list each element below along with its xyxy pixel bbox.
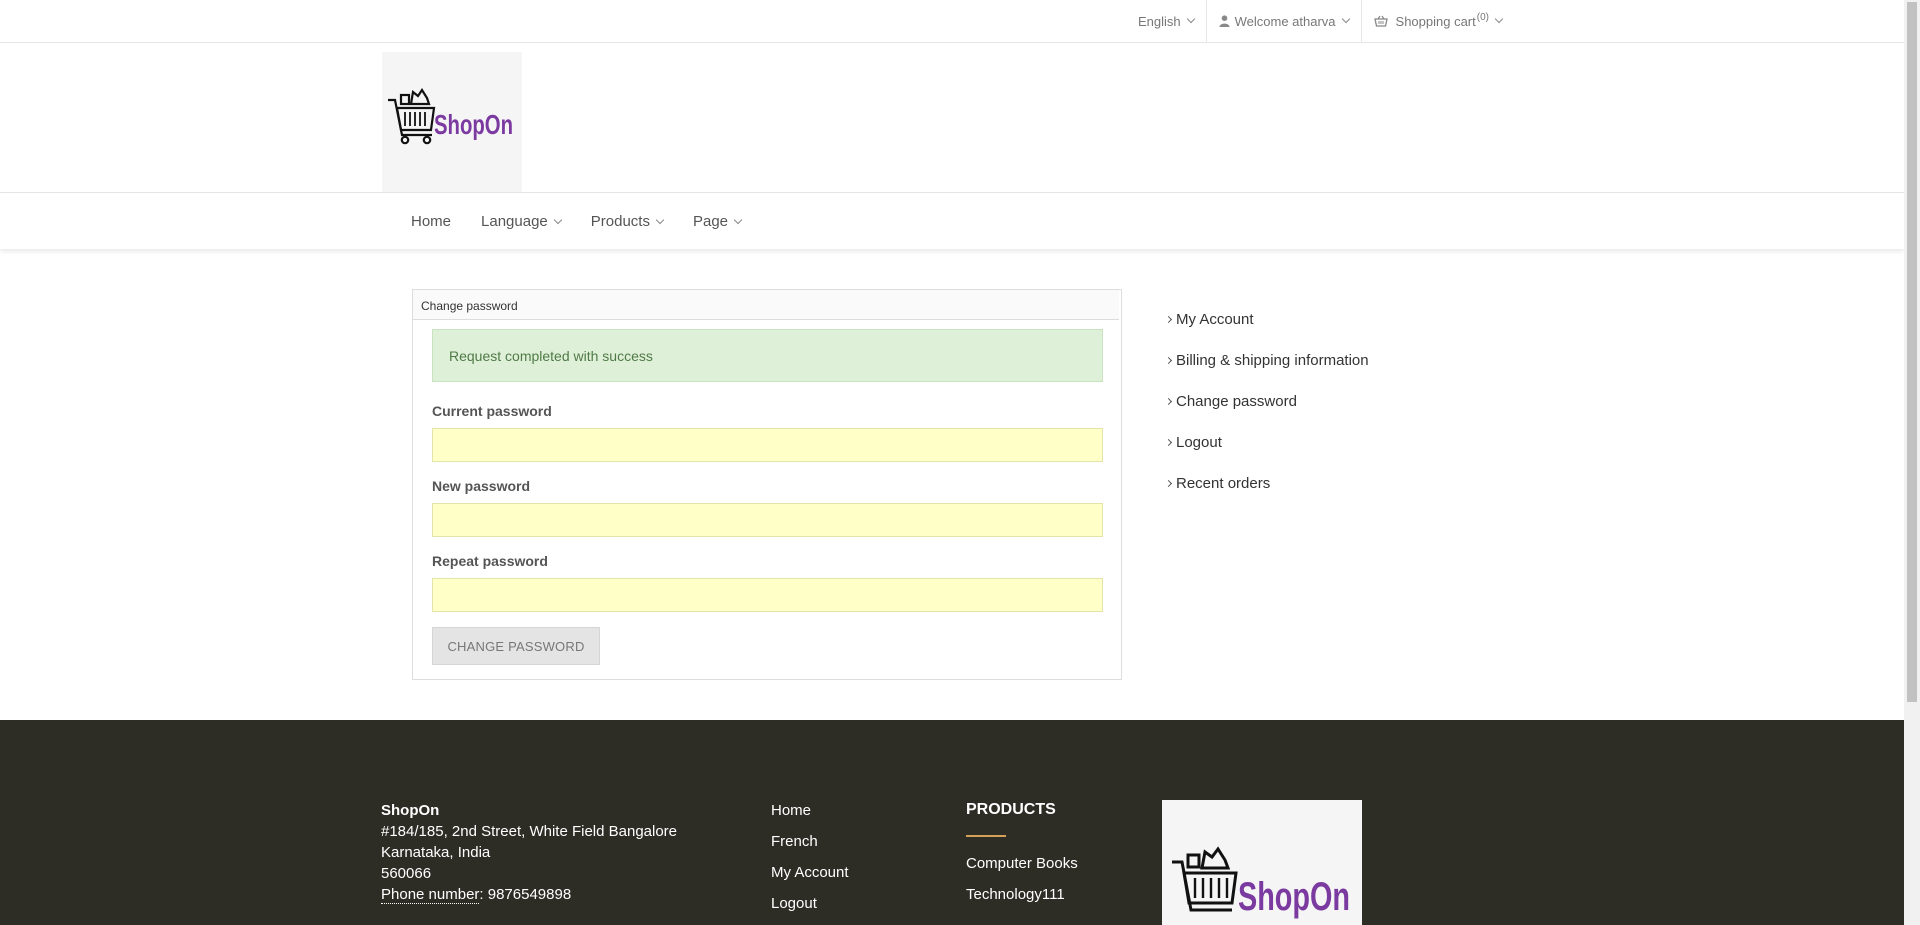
scrollbar-thumb[interactable] [1907,2,1917,702]
success-alert: Request completed with success [432,329,1103,382]
side-item-billing[interactable]: Billing & shipping information [1164,340,1369,381]
address-line-2: Karnataka, India [381,844,491,861]
language-label: English [1137,13,1181,29]
account-side-menu: My Account Billing & shipping informatio… [1164,299,1369,504]
side-item-label: Recent orders [1176,475,1271,492]
main-nav: Home Language Products Page [0,194,1904,249]
page-scrollbar[interactable] [1904,0,1920,925]
new-password-label: New password [432,478,531,494]
nav-home-label: Home [411,213,452,230]
footer-store-name: ShopOn [381,802,440,819]
new-password-input[interactable] [432,503,1103,537]
phone-value: : 9876549898 [479,886,572,903]
chevron-right-icon [1164,356,1173,365]
cart-logo-icon: ShopOn [388,87,513,145]
cart-label: Shopping cart [1395,13,1476,29]
nav-language-label: Language [481,213,548,230]
footer-link-logout[interactable]: Logout [771,895,849,925]
chevron-down-icon [1494,14,1504,24]
footer-product-link[interactable]: Computer Books [966,855,1078,886]
footer-link-my-account[interactable]: My Account [771,864,849,895]
chevron-right-icon [1164,397,1173,406]
footer-logo-wordmark: ShopOn [1238,875,1350,919]
chevron-right-icon [1164,315,1173,324]
chevron-down-icon [553,215,563,224]
chevron-right-icon [1164,438,1173,447]
current-password-input[interactable] [432,428,1103,462]
shopping-cart-link[interactable]: Shopping cart (0) [1360,0,1514,42]
postcode: 560066 [381,865,432,882]
change-password-button[interactable]: Change password [432,627,600,665]
change-password-panel: Change password Request completed with s… [412,289,1122,680]
footer-products-title: PRODUCTS [966,801,1056,818]
chevron-down-icon [1186,14,1195,24]
side-item-label: My Account [1176,311,1254,328]
title-underline [966,835,1006,837]
chevron-down-icon [655,215,665,224]
side-item-change-password[interactable]: Change password [1164,381,1369,422]
chevron-down-icon [733,215,743,224]
footer-products: PRODUCTS Computer Books Technology111 [966,801,1078,917]
repeat-password-label: Repeat password [432,553,548,569]
address-line-1: #184/185, 2nd Street, White Field Bangal… [381,823,678,840]
nav-home[interactable]: Home [411,213,451,230]
nav-language[interactable]: Language [481,213,563,230]
side-item-label: Change password [1176,393,1297,410]
footer-logo: ShopOn [1162,800,1362,925]
panel-title: Change password [413,290,1119,320]
phone-label: Phone number [381,886,480,904]
phone-row: Phone number: 9876549898 [381,884,677,905]
store-logo[interactable]: ShopOn [382,52,522,192]
user-icon [1219,15,1230,27]
nav-products-label: Products [590,213,650,230]
chevron-down-icon [1341,14,1350,24]
side-item-logout[interactable]: Logout [1164,422,1369,463]
current-password-label: Current password [432,403,552,419]
account-menu[interactable]: Welcome atharva [1205,0,1361,42]
language-selector[interactable]: English [1126,0,1206,42]
nav-products[interactable]: Products [590,213,665,230]
footer-link-french[interactable]: French [771,833,849,864]
logo-wordmark: ShopOn [434,109,513,140]
repeat-password-input[interactable] [432,578,1103,612]
chevron-right-icon [1164,479,1173,488]
welcome-text: Welcome atharva [1234,13,1336,29]
header: ShopOn [0,43,1904,193]
footer: ShopOn #184/185, 2nd Street, White Field… [0,720,1904,925]
footer-links: Home French My Account Logout [771,802,849,925]
basket-icon [1373,15,1388,27]
side-item-label: Logout [1176,434,1222,451]
side-item-label: Billing & shipping information [1176,352,1369,369]
top-bar: English Welcome atharva Shopping cart (0… [0,0,1904,43]
cart-logo-icon: ShopOn [1172,846,1350,919]
footer-product-link[interactable]: Technology111 [966,886,1078,917]
nav-page-label: Page [692,213,729,230]
nav-page[interactable]: Page [692,213,743,230]
store-address: ShopOn #184/185, 2nd Street, White Field… [381,800,677,905]
cart-count: (0) [1476,11,1489,23]
footer-link-home[interactable]: Home [771,802,849,833]
side-item-my-account[interactable]: My Account [1164,299,1369,340]
side-item-recent-orders[interactable]: Recent orders [1164,463,1369,504]
